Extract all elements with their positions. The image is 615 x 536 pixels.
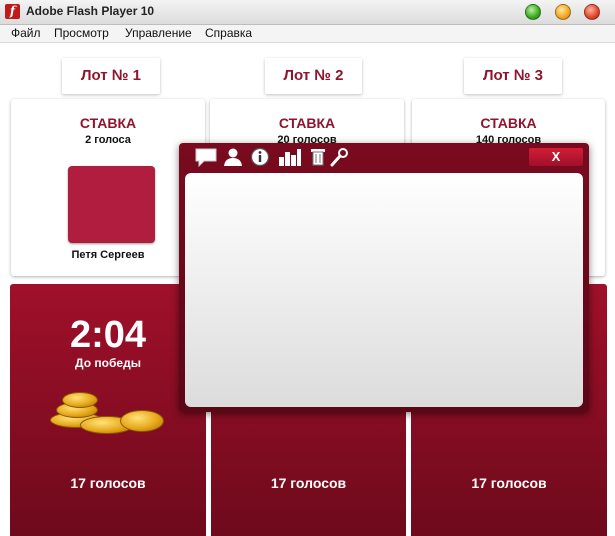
lot-3-header[interactable]: Лот № 3 bbox=[464, 58, 562, 94]
bar-chart-icon[interactable] bbox=[278, 147, 302, 167]
lot-1-status-panel: 2:04 До победы 17 голосов bbox=[10, 284, 206, 536]
title-bar: f Adobe Flash Player 10 bbox=[0, 0, 615, 25]
votes-total: 17 голосов bbox=[70, 475, 146, 491]
menu-bar: Файл Просмотр Управление Справка bbox=[0, 25, 615, 43]
countdown-timer: 2:04 bbox=[69, 314, 147, 356]
lot-2-header[interactable]: Лот № 2 bbox=[265, 58, 362, 94]
lot-1-header[interactable]: Лот № 1 bbox=[62, 58, 160, 94]
menu-view[interactable]: Просмотр bbox=[54, 26, 109, 40]
popup-close-button[interactable]: X bbox=[529, 148, 583, 166]
minimize-button[interactable] bbox=[525, 4, 541, 20]
trash-icon[interactable] bbox=[308, 147, 328, 167]
bid-title: СТАВКА bbox=[79, 115, 137, 131]
close-window-button[interactable] bbox=[584, 4, 600, 20]
popup-toolbar: X bbox=[179, 143, 589, 171]
window-title: Adobe Flash Player 10 bbox=[26, 4, 155, 18]
countdown-label: До победы bbox=[75, 356, 141, 370]
bid-title: СТАВКА bbox=[480, 115, 537, 131]
popup-dialog: X bbox=[179, 143, 589, 412]
bidder-avatar bbox=[68, 166, 155, 243]
flash-app-icon: f bbox=[5, 4, 20, 19]
votes-total: 17 голосов bbox=[270, 475, 347, 491]
menu-help[interactable]: Справка bbox=[205, 26, 252, 40]
info-icon[interactable] bbox=[250, 147, 270, 167]
bidder-name: Петя Сергеев bbox=[71, 249, 145, 261]
maximize-button[interactable] bbox=[555, 4, 571, 20]
chat-icon[interactable] bbox=[194, 147, 218, 167]
user-icon[interactable] bbox=[223, 147, 243, 167]
bid-votes: 2 голоса bbox=[85, 134, 131, 146]
votes-total: 17 голосов bbox=[471, 475, 547, 491]
popup-content-area bbox=[185, 173, 583, 407]
menu-control[interactable]: Управление bbox=[125, 26, 192, 40]
menu-file[interactable]: Файл bbox=[11, 26, 41, 40]
lot-1-bid-card: СТАВКА 2 голоса Петя Сергеев bbox=[11, 99, 205, 276]
bid-title: СТАВКА bbox=[278, 115, 336, 131]
wrench-icon[interactable] bbox=[329, 147, 349, 167]
